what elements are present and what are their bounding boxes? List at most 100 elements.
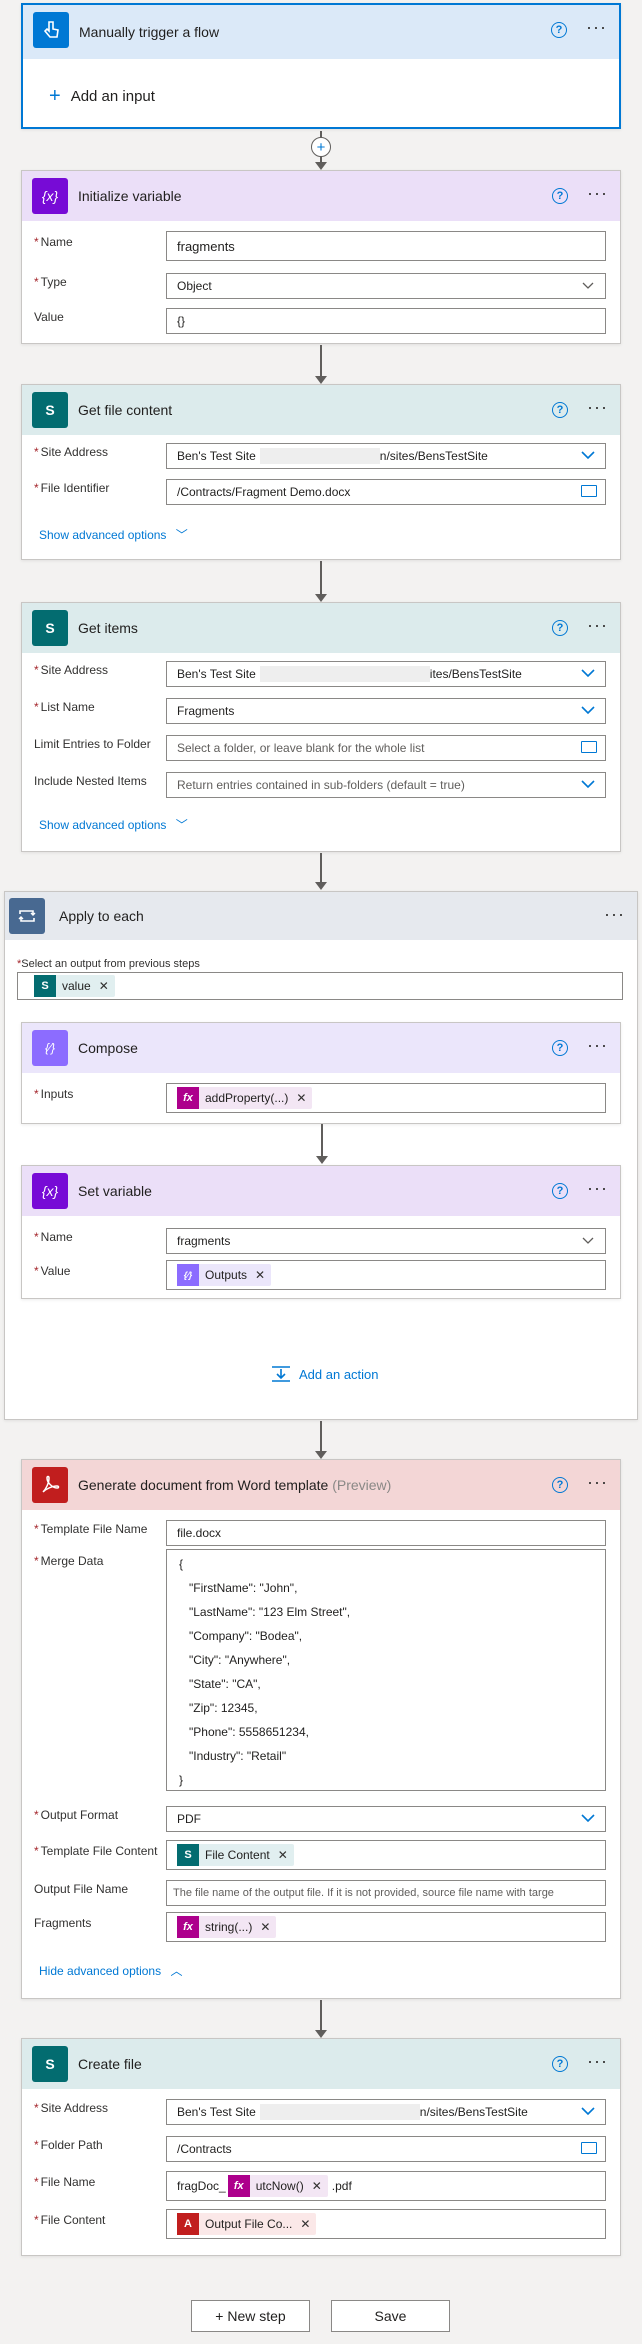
more-options-icon[interactable]: ···: [587, 1035, 608, 1056]
file-name-suffix: .pdf: [331, 2179, 352, 2193]
help-icon[interactable]: ?: [551, 22, 567, 38]
initialize-variable-card[interactable]: {x} Initialize variable ? ··· * Name frag…: [21, 170, 621, 344]
type-select[interactable]: Object: [166, 273, 606, 299]
trigger-card-header[interactable]: Manually trigger a flow ? ···: [23, 5, 619, 59]
more-options-icon[interactable]: ···: [604, 904, 625, 925]
folder-icon[interactable]: [581, 741, 597, 753]
inputs-field[interactable]: fx addProperty(...) ✕: [166, 1083, 606, 1113]
help-icon[interactable]: ?: [552, 2056, 568, 2072]
apply-to-each-header[interactable]: Apply to each ···: [5, 892, 637, 940]
add-input-button[interactable]: + Add an input: [49, 85, 155, 108]
remove-token-icon[interactable]: ✕: [260, 1920, 270, 1934]
remove-token-icon[interactable]: ✕: [300, 2217, 310, 2231]
folder-icon[interactable]: [581, 2142, 597, 2154]
merge-data-textarea[interactable]: { "FirstName": "John", "LastName": "123 …: [166, 1549, 606, 1791]
help-icon[interactable]: ?: [552, 1183, 568, 1199]
show-advanced-options-link[interactable]: Show advanced options ﹀: [39, 526, 188, 543]
insert-step-plus-icon[interactable]: +: [311, 137, 331, 157]
utcnow-token[interactable]: fx utcNow() ✕: [227, 2175, 328, 2197]
remove-token-icon[interactable]: ✕: [278, 1848, 288, 1862]
save-button[interactable]: Save: [331, 2300, 450, 2332]
help-icon[interactable]: ?: [552, 402, 568, 418]
list-name-select[interactable]: Fragments: [166, 698, 606, 724]
file-name-prefix: fragDoc_: [177, 2179, 226, 2193]
site-address-select[interactable]: Ben's Test Site n/sites/BensTestSite: [166, 443, 606, 469]
site-name: Ben's Test Site: [177, 449, 256, 463]
value-token[interactable]: S value ✕: [34, 975, 115, 997]
create-file-header[interactable]: S Create file ? ···: [22, 2039, 620, 2089]
utcnow-token-label: utcNow(): [255, 2179, 304, 2193]
more-options-icon[interactable]: ···: [587, 1178, 608, 1199]
get-items-header[interactable]: S Get items ? ···: [22, 603, 620, 653]
compose-card[interactable]: {⁄} Compose ? ··· * Inputs fx addProperty…: [21, 1022, 621, 1124]
help-icon[interactable]: ?: [552, 1477, 568, 1493]
site-name: Ben's Test Site: [177, 667, 256, 681]
file-content-field[interactable]: A Output File Co... ✕: [166, 2209, 606, 2239]
value-field[interactable]: {⁄} Outputs ✕: [166, 1260, 606, 1290]
get-file-content-card[interactable]: S Get file content ? ··· * Site Address B…: [21, 384, 621, 560]
connector-arrowhead: [315, 2030, 327, 2038]
file-content-token[interactable]: S File Content ✕: [177, 1844, 294, 1866]
set-variable-card[interactable]: {x} Set variable ? ··· * Name fragments *…: [21, 1165, 621, 1299]
folder-icon[interactable]: [581, 485, 597, 497]
output-format-select[interactable]: PDF: [166, 1806, 606, 1832]
string-token[interactable]: fx string(...) ✕: [177, 1916, 277, 1938]
file-name-field[interactable]: fragDoc_ fx utcNow() ✕ .pdf: [166, 2171, 606, 2201]
new-step-button[interactable]: + New step: [191, 2300, 310, 2332]
get-items-card[interactable]: S Get items ? ··· * Site Address Ben's Te…: [21, 602, 621, 852]
compose-header[interactable]: {⁄} Compose ? ···: [22, 1023, 620, 1073]
name-input[interactable]: fragments: [166, 231, 606, 261]
select-output-input[interactable]: S value ✕: [17, 972, 623, 1000]
value-input[interactable]: {}: [166, 308, 606, 334]
site-address-select[interactable]: Ben's Test Site n/sites/BensTestSite: [166, 2099, 606, 2125]
remove-token-icon[interactable]: ✕: [99, 979, 109, 993]
site-address-select[interactable]: Ben's Test Site ites/BensTestSite: [166, 661, 606, 687]
show-advanced-options-link[interactable]: Show advanced options ﹀: [39, 816, 188, 833]
help-icon[interactable]: ?: [552, 1040, 568, 1056]
more-options-icon[interactable]: ···: [587, 615, 608, 636]
connector-line: [320, 345, 322, 377]
more-options-icon[interactable]: ···: [587, 183, 608, 204]
folder-path-input[interactable]: /Contracts: [166, 2136, 606, 2162]
initialize-variable-header[interactable]: {x} Initialize variable ? ···: [22, 171, 620, 221]
limit-folder-input[interactable]: Select a folder, or leave blank for the …: [166, 735, 606, 761]
hide-advanced-options-link[interactable]: Hide advanced options ︿: [39, 1962, 182, 1979]
apply-to-each-card[interactable]: Apply to each ··· *Select an output from…: [4, 891, 638, 1420]
site-url-end: ites/BensTestSite: [429, 667, 522, 681]
trigger-card[interactable]: Manually trigger a flow ? ··· + Add an i…: [21, 3, 621, 129]
template-file-content-field[interactable]: S File Content ✕: [166, 1840, 606, 1870]
remove-token-icon[interactable]: ✕: [255, 1268, 265, 1282]
template-file-name-input[interactable]: file.docx: [166, 1520, 606, 1546]
list-name-row: * List Name Fragments: [22, 698, 620, 734]
chevron-down-icon: ﹀: [175, 818, 188, 832]
more-options-icon[interactable]: ···: [587, 397, 608, 418]
get-file-content-title: Get file content: [78, 402, 173, 418]
fragments-field[interactable]: fx string(...) ✕: [166, 1912, 606, 1942]
more-options-icon[interactable]: ···: [587, 2051, 608, 2072]
get-file-content-header[interactable]: S Get file content ? ···: [22, 385, 620, 435]
file-identifier-input[interactable]: /Contracts/Fragment Demo.docx: [166, 479, 606, 505]
output-file-content-token[interactable]: A Output File Co... ✕: [177, 2213, 317, 2235]
chevron-down-icon: [581, 1233, 595, 1247]
word-template-header[interactable]: Generate document from Word template (Pr…: [22, 1460, 620, 1510]
help-icon[interactable]: ?: [552, 620, 568, 636]
value-label: Value: [34, 310, 64, 324]
remove-token-icon[interactable]: ✕: [296, 1091, 306, 1105]
create-file-card[interactable]: S Create file ? ··· * Site Address Ben's …: [21, 2038, 621, 2256]
merge-line: "Zip": 12345,: [189, 1701, 258, 1715]
more-options-icon[interactable]: ···: [587, 1472, 608, 1493]
add-an-action-button[interactable]: Add an action: [271, 1365, 379, 1383]
folder-path-value: /Contracts: [177, 2142, 232, 2156]
help-icon[interactable]: ?: [552, 188, 568, 204]
name-select[interactable]: fragments: [166, 1228, 606, 1254]
word-template-card[interactable]: Generate document from Word template (Pr…: [21, 1459, 621, 1999]
hand-pointer-icon: [33, 12, 69, 48]
more-options-icon[interactable]: ···: [586, 17, 607, 38]
nested-items-row: Include Nested Items Return entries cont…: [22, 772, 620, 808]
nested-items-select[interactable]: Return entries contained in sub-folders …: [166, 772, 606, 798]
set-variable-header[interactable]: {x} Set variable ? ···: [22, 1166, 620, 1216]
remove-token-icon[interactable]: ✕: [312, 2179, 322, 2193]
add-property-token[interactable]: fx addProperty(...) ✕: [177, 1087, 313, 1109]
outputs-token[interactable]: {⁄} Outputs ✕: [177, 1264, 272, 1286]
output-file-name-input[interactable]: The file name of the output file. If it …: [166, 1880, 606, 1906]
